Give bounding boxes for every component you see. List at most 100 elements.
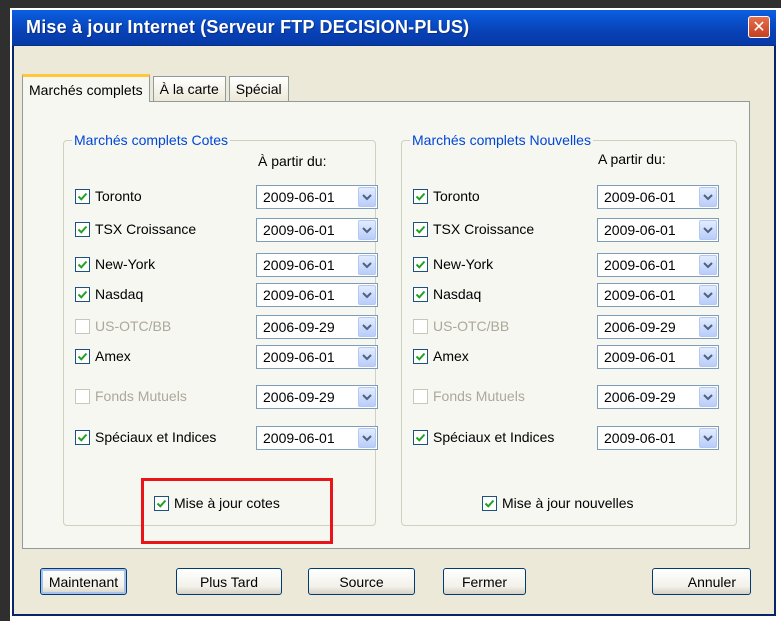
dropdown-arrow-button[interactable] [358, 187, 376, 207]
source-label: Source [339, 573, 384, 590]
nouvelles-date-dropdown[interactable]: 2009-06-01 [597, 185, 719, 209]
checkbox-box [413, 318, 428, 334]
nouvelles-market-checkbox[interactable]: New-York [413, 256, 493, 272]
checkmark-icon [77, 352, 88, 361]
nouvelles-market-checkbox[interactable]: TSX Croissance [413, 221, 534, 237]
cotes-market-checkbox[interactable]: Nasdaq [75, 286, 143, 302]
checkmark-icon [77, 260, 88, 269]
chevron-down-icon [362, 262, 372, 269]
window-title: Mise à jour Internet (Serveur FTP DECISI… [26, 17, 470, 37]
checkbox-box[interactable] [75, 286, 90, 302]
annuler-label: Annuler [687, 573, 736, 590]
checkmark-icon [415, 352, 426, 361]
checkbox-box[interactable] [413, 256, 428, 272]
nouvelles-date-dropdown[interactable]: 2009-06-01 [597, 426, 719, 450]
chevron-down-icon [703, 194, 713, 201]
checkbox-box[interactable] [75, 348, 90, 364]
nouvelles-market-checkbox[interactable]: Nasdaq [413, 286, 481, 302]
fermer-button[interactable]: Fermer [443, 568, 526, 595]
date-value: 2009-06-01 [263, 189, 335, 205]
tab-special[interactable]: Spécial [228, 76, 289, 101]
nouvelles-market-checkbox[interactable]: Amex [413, 348, 469, 364]
nouvelles-market-checkbox[interactable]: Toronto [413, 188, 480, 204]
tab-a-la-carte[interactable]: À la carte [152, 76, 226, 101]
nouvelles-date-dropdown[interactable]: 2009-06-01 [597, 283, 719, 307]
dropdown-arrow-button[interactable] [358, 255, 376, 275]
dropdown-arrow-button[interactable] [358, 220, 376, 240]
dropdown-arrow-button[interactable] [699, 428, 717, 448]
checkbox-box[interactable] [75, 221, 90, 237]
checkbox-box[interactable] [413, 429, 428, 445]
dropdown-arrow-button[interactable] [358, 387, 376, 407]
nouvelles-date-dropdown[interactable]: 2009-06-01 [597, 345, 719, 369]
dropdown-arrow-button[interactable] [699, 347, 717, 367]
checkbox-box[interactable] [413, 221, 428, 237]
checkmark-icon [415, 260, 426, 269]
cotes-date-dropdown[interactable]: 2009-06-01 [256, 283, 378, 307]
dropdown-arrow-button[interactable] [699, 220, 717, 240]
dropdown-arrow-button[interactable] [699, 285, 717, 305]
market-label: Toronto [433, 188, 480, 204]
market-label: Toronto [95, 188, 142, 204]
nouvelles-market-checkbox: US-OTC/BB [413, 318, 509, 334]
date-value: 2006-09-29 [604, 319, 676, 335]
close-icon: ✕ [752, 17, 766, 36]
title-bar[interactable]: Mise à jour Internet (Serveur FTP DECISI… [12, 10, 776, 46]
annuler-button[interactable]: Annuler [652, 568, 751, 595]
checkmark-icon [415, 290, 426, 299]
date-value: 2006-09-29 [263, 389, 335, 405]
market-label: Amex [95, 348, 131, 364]
cotes-market-checkbox[interactable]: Spéciaux et Indices [75, 429, 216, 445]
nouvelles-date-dropdown[interactable]: 2006-09-29 [597, 315, 719, 339]
desktop-edge-left [0, 0, 10, 621]
checkbox-box[interactable] [75, 256, 90, 272]
dropdown-arrow-button[interactable] [358, 317, 376, 337]
cotes-date-dropdown[interactable]: 2009-06-01 [256, 426, 378, 450]
dropdown-arrow-button[interactable] [358, 347, 376, 367]
source-button[interactable]: Source [308, 568, 415, 595]
cotes-market-checkbox[interactable]: Toronto [75, 188, 142, 204]
cotes-date-dropdown[interactable]: 2009-06-01 [256, 218, 378, 242]
date-value: 2009-06-01 [604, 257, 676, 273]
checkbox-box[interactable] [75, 188, 90, 204]
dropdown-arrow-button[interactable] [699, 317, 717, 337]
plus-tard-button[interactable]: Plus Tard [176, 568, 282, 595]
date-value: 2009-06-01 [263, 349, 335, 365]
market-label: Spéciaux et Indices [95, 429, 217, 445]
checkbox-box[interactable] [413, 188, 428, 204]
market-label: Fonds Mutuels [433, 388, 525, 404]
checkbox-box[interactable] [75, 429, 90, 445]
chevron-down-icon [703, 292, 713, 299]
nouvelles-market-checkbox[interactable]: Spéciaux et Indices [413, 429, 554, 445]
cotes-market-checkbox[interactable]: Amex [75, 348, 131, 364]
cotes-date-dropdown[interactable]: 2006-09-29 [256, 385, 378, 409]
highlight-annotation [141, 478, 333, 544]
maintenant-button[interactable]: Maintenant [40, 568, 127, 595]
cotes-date-dropdown[interactable]: 2009-06-01 [256, 185, 378, 209]
checkbox-box[interactable] [482, 495, 497, 511]
nouvelles-date-dropdown[interactable]: 2009-06-01 [597, 253, 719, 277]
dropdown-arrow-button[interactable] [699, 255, 717, 275]
cotes-date-dropdown[interactable]: 2006-09-29 [256, 315, 378, 339]
cotes-date-header: À partir du: [258, 153, 327, 169]
mise-a-jour-nouvelles-checkbox[interactable]: Mise à jour nouvelles [482, 495, 634, 511]
date-value: 2006-09-29 [263, 319, 335, 335]
dropdown-arrow-button[interactable] [358, 285, 376, 305]
tab-marches-complets[interactable]: Marchés complets [22, 74, 150, 102]
dropdown-arrow-button[interactable] [358, 428, 376, 448]
close-button[interactable]: ✕ [748, 16, 770, 38]
nouvelles-date-dropdown[interactable]: 2009-06-01 [597, 218, 719, 242]
dropdown-arrow-button[interactable] [699, 187, 717, 207]
date-value: 2006-09-29 [604, 389, 676, 405]
desktop-edge-top [0, 0, 781, 8]
cotes-date-dropdown[interactable]: 2009-06-01 [256, 345, 378, 369]
dropdown-arrow-button[interactable] [699, 387, 717, 407]
checkbox-box[interactable] [413, 286, 428, 302]
nouvelles-date-dropdown[interactable]: 2006-09-29 [597, 385, 719, 409]
cotes-date-dropdown[interactable]: 2009-06-01 [256, 253, 378, 277]
checkbox-box[interactable] [413, 348, 428, 364]
date-value: 2009-06-01 [604, 287, 676, 303]
cotes-market-checkbox[interactable]: TSX Croissance [75, 221, 196, 237]
cotes-market-checkbox[interactable]: New-York [75, 256, 155, 272]
market-label: New-York [95, 256, 156, 272]
